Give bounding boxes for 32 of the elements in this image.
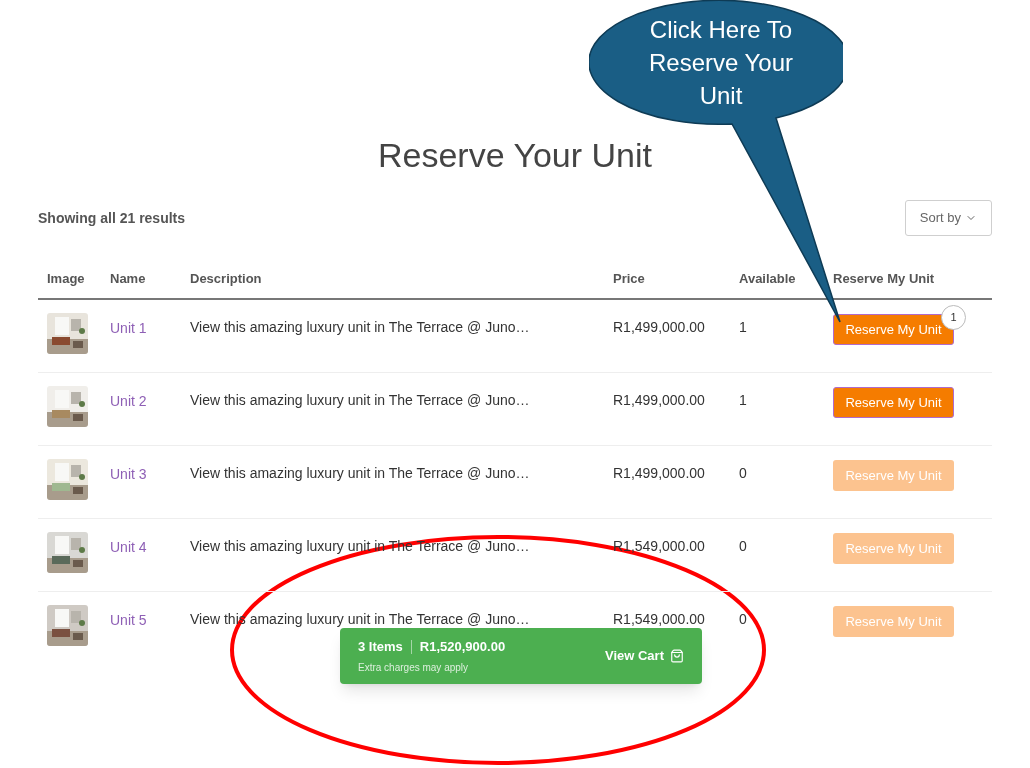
charges-note: Extra charges may apply bbox=[358, 661, 470, 676]
callout-text: Click Here To Reserve Your Unit bbox=[647, 15, 795, 111]
table-cell: View this amazing luxury unit in The Terrace @ Juno… bbox=[190, 465, 530, 481]
table-cell: R1,499,000.00 bbox=[613, 319, 705, 335]
page-title: Reserve Your Unit bbox=[376, 135, 653, 176]
view-cart-button[interactable]: View Cart bbox=[605, 646, 684, 666]
bag-icon bbox=[670, 649, 684, 663]
table-cell: 0 bbox=[739, 611, 747, 627]
sort-dropdown[interactable]: Sort by bbox=[904, 200, 992, 236]
count-badge: 1 bbox=[941, 305, 966, 330]
table-cell: 0 bbox=[739, 465, 747, 481]
unit-link[interactable]: Unit 1 bbox=[110, 320, 147, 336]
table-cell: R1,549,000.00 bbox=[613, 611, 705, 627]
reserve-button[interactable]: Reserve My Unit bbox=[833, 387, 954, 418]
column-header: Reserve My Unit bbox=[833, 271, 935, 286]
table-cell: View this amazing luxury unit in The Terrace @ Juno… bbox=[190, 319, 530, 335]
item-count: 3 Items bbox=[358, 637, 403, 656]
column-header: Available bbox=[739, 271, 796, 286]
table-cell: 0 bbox=[739, 538, 747, 554]
table-cell: 1 bbox=[739, 319, 747, 335]
cart-total: R1,520,900.00 bbox=[419, 637, 506, 656]
table-cell: 1 bbox=[739, 392, 747, 408]
unit-link[interactable]: Unit 2 bbox=[110, 393, 147, 409]
column-header: Price bbox=[613, 271, 645, 286]
column-header: Description bbox=[190, 271, 262, 286]
table-cell: R1,499,000.00 bbox=[613, 392, 705, 408]
result-count: Showing all 21 results bbox=[38, 208, 186, 228]
table-cell: View this amazing luxury unit in The Terrace @ Juno… bbox=[190, 392, 530, 408]
table-cell: R1,549,000.00 bbox=[613, 538, 705, 554]
column-header: Name bbox=[110, 271, 146, 286]
column-header: Image bbox=[47, 271, 85, 286]
table-cell: R1,499,000.00 bbox=[613, 465, 705, 481]
